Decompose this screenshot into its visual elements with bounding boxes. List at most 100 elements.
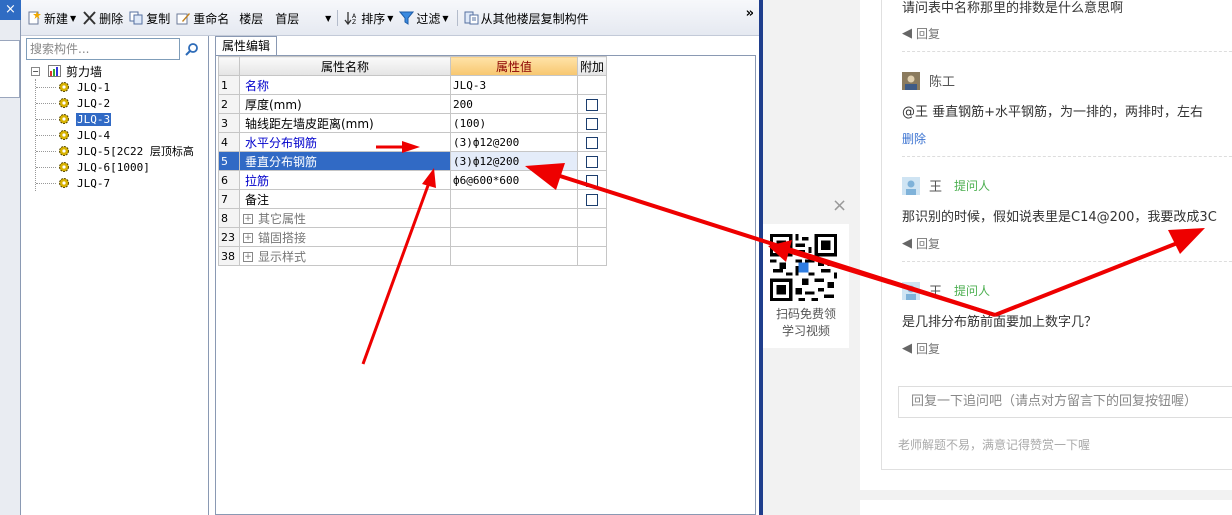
- reply-button[interactable]: ◀ 回复: [902, 25, 940, 42]
- extra-checkbox[interactable]: [586, 136, 598, 149]
- table-row[interactable]: 3 轴线距左墙皮距离(mm) (100): [218, 113, 608, 133]
- extra-cell: [576, 189, 608, 209]
- extra-cell: [576, 151, 608, 171]
- collapse-icon[interactable]: −: [31, 66, 40, 76]
- extra-cell: [576, 227, 608, 247]
- row-number: 7: [218, 189, 240, 209]
- comment-divider: [902, 51, 1232, 52]
- table-row[interactable]: 1 名称 JLQ-3: [218, 75, 608, 95]
- property-value[interactable]: (100): [450, 113, 578, 133]
- tab-property-edit[interactable]: 属性编辑: [215, 36, 278, 55]
- new-button[interactable]: 新建 ▼: [27, 10, 76, 27]
- new-icon: [28, 11, 41, 25]
- reply-button[interactable]: ◀ 回复: [902, 340, 940, 357]
- property-name: 厚度(mm): [239, 94, 451, 114]
- close-icon[interactable]: ×: [832, 195, 847, 216]
- dock-panel-stub: [0, 40, 20, 98]
- comments-panel: 请问表中名称那里的排数是什么意思啊 ◀ 回复 陈工 @王 垂直钢筋+水平钢筋，为一…: [860, 0, 1232, 490]
- extra-checkbox[interactable]: [586, 117, 598, 130]
- filter-button[interactable]: 过滤 ▼: [399, 10, 449, 27]
- extra-checkbox[interactable]: [586, 174, 598, 187]
- extra-checkbox[interactable]: [586, 155, 598, 168]
- tree-item-jlq-1[interactable]: JLQ-1: [36, 79, 195, 95]
- copy-from-floor-button[interactable]: 从其他楼层复制构件: [464, 10, 589, 27]
- tree-item-jlq-3[interactable]: JLQ-3: [36, 111, 195, 127]
- delete-button[interactable]: 删除: [82, 10, 123, 27]
- qr-promo-card[interactable]: 扫码免费领 学习视频: [763, 224, 849, 348]
- row-number: 5: [218, 151, 240, 171]
- search-input[interactable]: 搜索构件...: [26, 38, 180, 60]
- toolbar-divider: [456, 10, 458, 26]
- tree-item-jlq-7[interactable]: JLQ-7: [36, 175, 195, 191]
- expand-icon[interactable]: +: [243, 233, 253, 243]
- row-number: 38: [218, 246, 240, 266]
- property-value[interactable]: JLQ-3: [450, 75, 578, 95]
- comment-thread: 请问表中名称那里的排数是什么意思啊 ◀ 回复 陈工 @王 垂直钢筋+水平钢筋，为一…: [881, 0, 1232, 470]
- property-value[interactable]: (3)ф12@200: [450, 151, 578, 171]
- property-value[interactable]: ф6@600*600: [450, 170, 578, 190]
- appreciation-tip: 老师解题不易，满意记得赞赏一下喔: [898, 438, 1091, 452]
- component-tree: − 剪力墙 JLQ-1 JLQ-2 JLQ-3 JLQ-4 JLQ-5[2C22…: [31, 63, 195, 191]
- next-card: [860, 500, 1232, 515]
- property-value: [450, 246, 578, 266]
- qr-caption: 扫码免费领 学习视频: [763, 306, 849, 340]
- property-value: [450, 227, 578, 247]
- reply-icon: ◀: [902, 341, 912, 356]
- reply-button[interactable]: ◀ 回复: [902, 235, 940, 252]
- comment-divider: [902, 156, 1232, 157]
- sort-button[interactable]: AZ 排序 ▼: [344, 10, 393, 27]
- property-value[interactable]: (3)ф12@200: [450, 132, 578, 152]
- chevron-down-icon: ▼: [325, 13, 332, 23]
- extra-checkbox[interactable]: [586, 193, 598, 206]
- grid-header-row: 属性名称 属性值 附加: [218, 56, 608, 76]
- floor-copy-icon: [464, 11, 479, 25]
- extra-checkbox[interactable]: [586, 98, 598, 111]
- rename-button[interactable]: 重命名: [176, 10, 229, 27]
- table-row[interactable]: 2 厚度(mm) 200: [218, 94, 608, 114]
- rename-icon: [176, 13, 191, 25]
- floor-label: 楼层: [239, 11, 264, 26]
- table-row[interactable]: 7 备注: [218, 189, 608, 209]
- extra-cell: [576, 170, 608, 190]
- search-button[interactable]: [180, 38, 204, 60]
- tree-item-jlq-5[interactable]: JLQ-5[2C22 层顶标高: [36, 143, 195, 159]
- tree-item-jlq-6[interactable]: JLQ-6[1000]: [36, 159, 195, 175]
- group-row[interactable]: 8 + 其它属性: [218, 208, 608, 228]
- table-row-selected[interactable]: 5 垂直分布钢筋 (3)ф12@200: [218, 151, 608, 171]
- group-row[interactable]: 23 + 锚固搭接: [218, 227, 608, 247]
- group-label: 其它属性: [258, 211, 307, 226]
- property-name: 备注: [239, 189, 451, 209]
- tree-item-label: JLQ-3: [76, 112, 112, 126]
- tree-item-jlq-4[interactable]: JLQ-4: [36, 127, 195, 143]
- sort-label: 排序: [361, 11, 386, 26]
- expand-icon[interactable]: +: [243, 214, 253, 224]
- property-grid: 属性名称 属性值 附加 1 名称 JLQ-3 2 厚度(mm) 200 3 轴线…: [218, 56, 608, 266]
- property-value[interactable]: [450, 189, 578, 209]
- table-row[interactable]: 4 水平分布钢筋 (3)ф12@200: [218, 132, 608, 152]
- expand-icon[interactable]: +: [243, 252, 253, 262]
- copy-button[interactable]: 复制: [129, 10, 170, 27]
- reply-input[interactable]: 回复一下追问吧（请点对方留言下的回复按钮喔）: [898, 386, 1232, 418]
- floor-select[interactable]: 首层 ▼: [271, 9, 335, 27]
- gear-icon: [59, 178, 69, 188]
- chevron-down-icon: ▼: [387, 13, 394, 23]
- table-row[interactable]: 6 拉筋 ф6@600*600: [218, 170, 608, 190]
- tree-root-shear-wall[interactable]: − 剪力墙: [31, 63, 195, 79]
- delete-icon: [83, 11, 96, 25]
- tree-item-jlq-2[interactable]: JLQ-2: [36, 95, 195, 111]
- filter-icon: [399, 11, 415, 25]
- delete-link[interactable]: 删除: [902, 130, 926, 147]
- toolbar-overflow-button[interactable]: »: [746, 6, 754, 21]
- close-icon[interactable]: ×: [0, 0, 21, 20]
- reply-label: 回复: [916, 27, 941, 41]
- author-name: 王: [929, 285, 943, 300]
- extra-cell: [576, 113, 608, 133]
- toolbar-divider: [337, 10, 339, 26]
- property-value[interactable]: 200: [450, 94, 578, 114]
- rename-label: 重命名: [193, 11, 230, 26]
- group-row[interactable]: 38 + 显示样式: [218, 246, 608, 266]
- search-bar: 搜索构件...: [26, 38, 204, 60]
- author-name: 王: [929, 180, 943, 195]
- property-editor-panel: 属性编辑 属性名称 属性值 附加 1 名称 JLQ-3 2 厚度(mm) 200…: [210, 36, 762, 515]
- row-number: 23: [218, 227, 240, 247]
